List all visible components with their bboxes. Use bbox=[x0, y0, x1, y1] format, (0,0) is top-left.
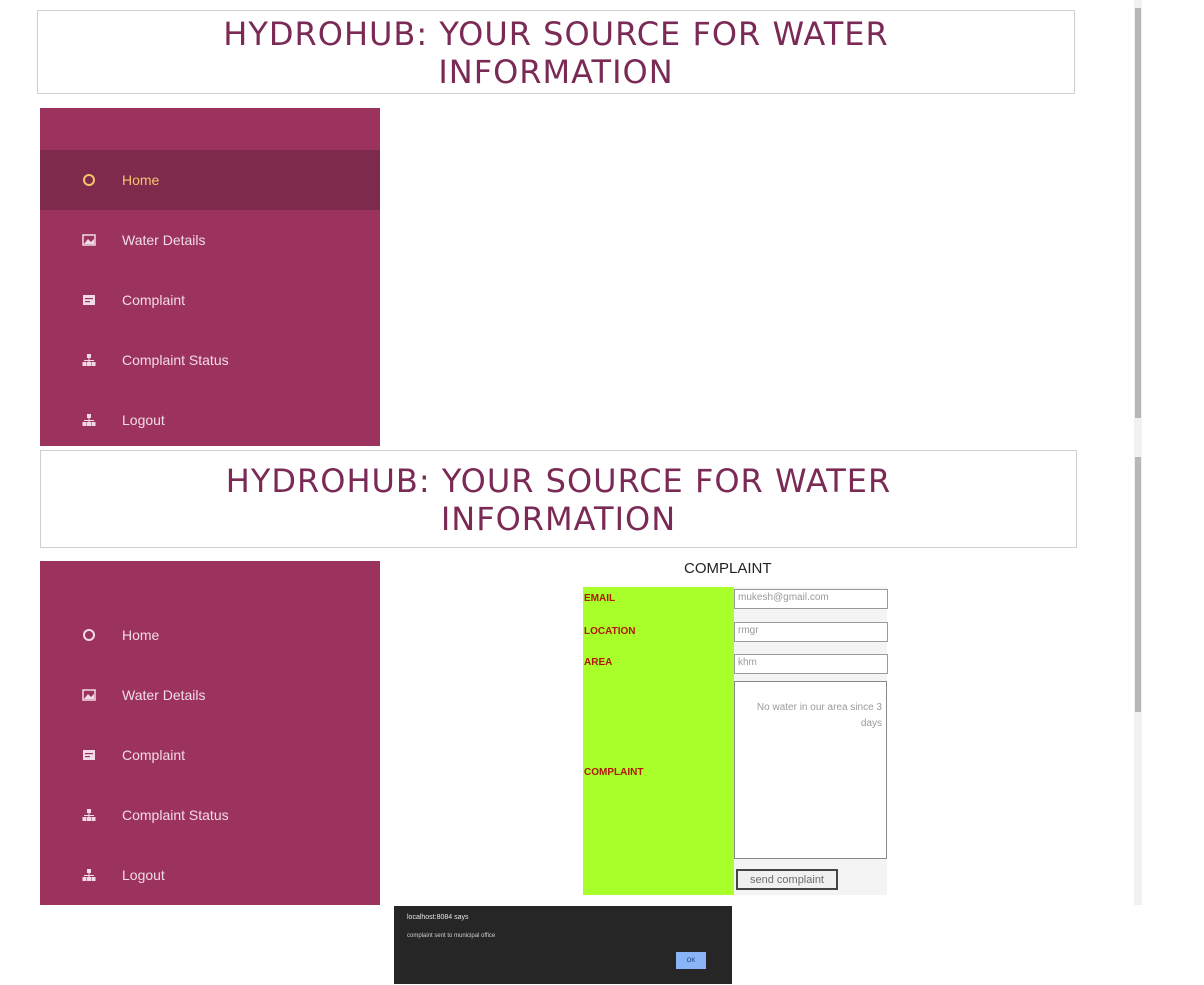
scrollbar-thumb-bottom[interactable] bbox=[1135, 457, 1141, 712]
sidebar-item-label: Logout bbox=[122, 867, 165, 883]
sidebar-item-logout[interactable]: Logout bbox=[40, 845, 380, 905]
site-title: HYDROHUB: YOUR SOURCE FOR WATER INFORMAT… bbox=[225, 462, 892, 538]
card-icon bbox=[82, 293, 96, 307]
sitemap-icon bbox=[82, 413, 96, 427]
email-label: EMAIL bbox=[584, 593, 616, 604]
site-header: HYDROHUB: YOUR SOURCE FOR WATER INFORMAT… bbox=[37, 10, 1075, 94]
sidebar-item-home[interactable]: Home bbox=[40, 605, 380, 665]
sidebar-item-complaint-status[interactable]: Complaint Status bbox=[40, 330, 380, 390]
sidebar-item-label: Logout bbox=[122, 412, 165, 428]
sidebar-nav: Home Water Details Complaint Complaint S… bbox=[40, 108, 380, 446]
site-title: HYDROHUB: YOUR SOURCE FOR WATER INFORMAT… bbox=[223, 15, 889, 91]
dialog-message: complaint sent to municipal office bbox=[407, 933, 496, 939]
complaint-form-title: COMPLAINT bbox=[684, 560, 772, 577]
sidebar-item-water-details[interactable]: Water Details bbox=[40, 210, 380, 270]
image-icon bbox=[82, 688, 96, 702]
sidebar-item-water-details[interactable]: Water Details bbox=[40, 665, 380, 725]
sidebar-item-home[interactable]: Home bbox=[40, 150, 380, 210]
sidebar-item-label: Complaint Status bbox=[122, 807, 229, 823]
location-field[interactable]: rmgr bbox=[734, 622, 888, 642]
complaint-label: COMPLAINT bbox=[584, 767, 644, 778]
sidebar-item-label: Home bbox=[122, 627, 160, 643]
email-field[interactable]: mukesh@gmail.com bbox=[734, 589, 888, 609]
sitemap-icon bbox=[82, 808, 96, 822]
sidebar-item-complaint[interactable]: Complaint bbox=[40, 725, 380, 785]
sidebar-item-label: Complaint Status bbox=[122, 352, 229, 368]
home-icon bbox=[82, 628, 96, 642]
sidebar-nav: Home Water Details Complaint Complaint S… bbox=[40, 561, 380, 905]
dialog-title: localhost:8084 says bbox=[407, 914, 469, 921]
sidebar-item-label: Complaint bbox=[122, 292, 186, 308]
sidebar-item-label: Home bbox=[122, 172, 160, 188]
sidebar-item-complaint[interactable]: Complaint bbox=[40, 270, 380, 330]
sidebar-item-logout[interactable]: Logout bbox=[40, 390, 380, 450]
sidebar-item-label: Water Details bbox=[122, 687, 206, 703]
send-complaint-button[interactable]: send complaint bbox=[736, 869, 838, 890]
sidebar-item-label: Complaint bbox=[122, 747, 186, 763]
alert-dialog: localhost:8084 says complaint sent to mu… bbox=[394, 906, 732, 984]
card-icon bbox=[82, 748, 96, 762]
home-icon bbox=[82, 173, 96, 187]
area-label: AREA bbox=[584, 657, 613, 668]
scrollbar-thumb-top[interactable] bbox=[1135, 8, 1141, 418]
site-header: HYDROHUB: YOUR SOURCE FOR WATER INFORMAT… bbox=[40, 450, 1077, 548]
dialog-ok-button[interactable]: OK bbox=[676, 952, 706, 969]
sidebar-item-label: Water Details bbox=[122, 232, 206, 248]
sitemap-icon bbox=[82, 353, 96, 367]
sidebar-item-complaint-status[interactable]: Complaint Status bbox=[40, 785, 380, 845]
area-field[interactable]: khm bbox=[734, 654, 888, 674]
location-label: LOCATION bbox=[584, 626, 636, 637]
sitemap-icon bbox=[82, 868, 96, 882]
complaint-textarea[interactable]: No water in our area since 3 days bbox=[734, 681, 887, 859]
image-icon bbox=[82, 233, 96, 247]
